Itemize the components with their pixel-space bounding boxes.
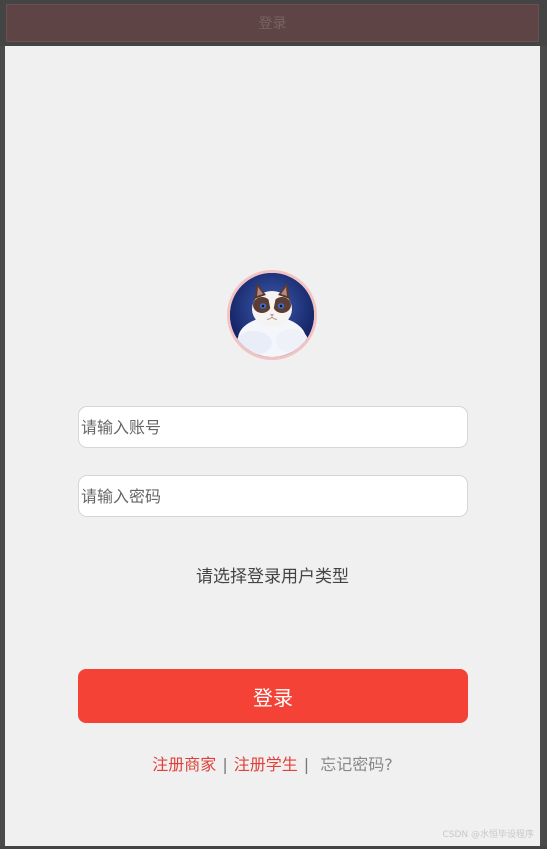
cat-avatar-image <box>230 273 314 357</box>
watermark: CSDN @水恒毕设程序 <box>442 830 534 840</box>
account-input[interactable] <box>78 406 468 448</box>
forgot-password-link[interactable]: 忘记密码? <box>320 755 393 774</box>
link-separator: | <box>222 755 228 774</box>
login-button[interactable]: 登录 <box>78 669 468 723</box>
login-page: 请选择登录用户类型 登录 注册商家 | 注册学生 | 忘记密码? CSDN @水恒毕设… <box>5 46 540 846</box>
page-title: 登录 <box>258 16 287 32</box>
nav-header: 登录 <box>6 4 539 42</box>
password-input[interactable] <box>78 475 468 517</box>
app-window: 登录 请输入账号 请选择登录用户类型 登录 注册商家 | 注册学生 | 忘记密码… <box>0 0 547 849</box>
link-separator: | <box>303 755 310 774</box>
register-student-link[interactable]: 注册学生 <box>234 755 298 774</box>
register-merchant-link[interactable]: 注册商家 <box>152 755 216 774</box>
avatar <box>227 270 317 360</box>
footer-links: 注册商家 | 注册学生 | 忘记密码? <box>5 751 540 775</box>
user-type-picker[interactable]: 请选择登录用户类型 <box>5 562 540 587</box>
title-bar: 登录 <box>0 0 547 46</box>
